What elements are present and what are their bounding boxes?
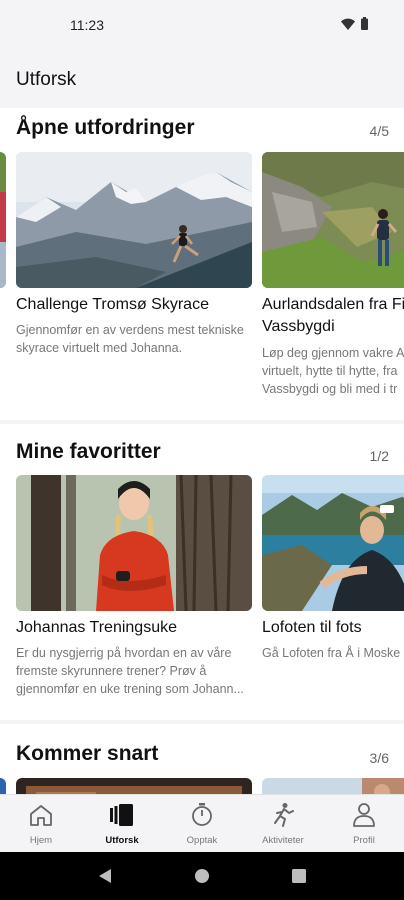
coming-soon-card-1[interactable] bbox=[16, 778, 252, 794]
card-description: Gjennomfør en av verdens mest tekniske s… bbox=[16, 323, 244, 355]
top-app-bar: Utforsk bbox=[0, 52, 404, 108]
card-description: Er du nysgjerrig på hvordan en av våre f… bbox=[16, 646, 244, 696]
card-title: Johannas Treningsuke bbox=[16, 619, 177, 636]
nav-item-opptak[interactable]: Opptak bbox=[162, 795, 242, 853]
mountain-runner-image bbox=[16, 152, 252, 288]
trail-runner-image bbox=[262, 152, 404, 288]
section-count: 4/5 bbox=[369, 123, 389, 139]
home-circle-icon[interactable] bbox=[194, 868, 210, 884]
section-coming-soon: Kommer snart 3/6 bbox=[0, 724, 404, 794]
section-count: 3/6 bbox=[369, 750, 389, 766]
section-title: Mine favoritter bbox=[16, 440, 161, 463]
nav-label: Aktiviteter bbox=[262, 835, 304, 846]
app-screen: 11:23 Utforsk Åpne utfordringer 4/5 Chal… bbox=[0, 0, 404, 900]
runner-icon bbox=[274, 803, 294, 827]
system-navigation-bar bbox=[0, 852, 404, 900]
coming-soon-image bbox=[262, 778, 404, 794]
card-description: Løp deg gjennom vakre A virtuelt, hytte … bbox=[262, 346, 404, 396]
forest-portrait-image bbox=[16, 475, 252, 611]
card-image-partial[interactable] bbox=[0, 778, 6, 794]
card-image-partial-art bbox=[0, 778, 6, 794]
nav-label: Opptak bbox=[186, 835, 218, 846]
explore-scroll-content[interactable]: Åpne utfordringer 4/5 Challenge Tromsø S… bbox=[0, 108, 404, 794]
explore-cards-icon bbox=[110, 804, 133, 826]
section-title: Åpne utfordringer bbox=[16, 116, 195, 139]
card-title: Lofoten til fots bbox=[262, 619, 362, 636]
nav-item-hjem[interactable]: Hjem bbox=[1, 795, 81, 853]
status-icons bbox=[341, 17, 368, 30]
stopwatch-icon bbox=[192, 803, 212, 826]
card-image bbox=[16, 475, 252, 611]
status-bar: 11:23 bbox=[0, 0, 404, 52]
card-title-line-2: Vassbygdi bbox=[262, 318, 335, 335]
nav-item-aktiviteter[interactable]: Aktiviteter bbox=[243, 795, 323, 853]
back-icon[interactable] bbox=[97, 868, 113, 884]
section-my-favorites: Mine favoritter 1/2 Johannas Treningsuke… bbox=[0, 424, 404, 720]
section-open-challenges: Åpne utfordringer 4/5 Challenge Tromsø S… bbox=[0, 108, 404, 420]
page-title: Utforsk bbox=[16, 69, 77, 90]
card-image-partial-art bbox=[0, 152, 6, 288]
coming-soon-image bbox=[16, 778, 252, 794]
nav-item-profil[interactable]: Profil bbox=[324, 795, 404, 853]
card-title: Aurlandsdalen fra Fin bbox=[262, 296, 404, 313]
nav-label: Utforsk bbox=[105, 835, 139, 846]
card-description: Gå Lofoten fra Å i Moske bbox=[262, 646, 401, 660]
status-time: 11:23 bbox=[70, 17, 104, 33]
nav-label: Profil bbox=[353, 835, 375, 846]
nav-item-utforsk[interactable]: Utforsk bbox=[82, 795, 162, 853]
home-icon bbox=[30, 805, 52, 826]
section-title: Kommer snart bbox=[16, 742, 159, 765]
card-title: Challenge Tromsø Skyrace bbox=[16, 296, 209, 313]
card-image-partial[interactable] bbox=[0, 152, 6, 288]
battery-icon bbox=[361, 17, 368, 30]
wifi-icon bbox=[341, 18, 355, 30]
card-image bbox=[262, 152, 404, 288]
section-count: 1/2 bbox=[369, 448, 389, 464]
person-icon bbox=[353, 803, 375, 827]
card-image bbox=[16, 152, 252, 288]
nav-label: Hjem bbox=[29, 835, 53, 846]
card-image bbox=[262, 475, 404, 611]
coming-soon-card-2[interactable] bbox=[262, 778, 404, 794]
bottom-navigation: Hjem Utforsk Opptak Aktiviteter Profil bbox=[0, 794, 404, 852]
recents-icon[interactable] bbox=[292, 869, 306, 883]
lofoten-selfie-image bbox=[262, 475, 404, 611]
